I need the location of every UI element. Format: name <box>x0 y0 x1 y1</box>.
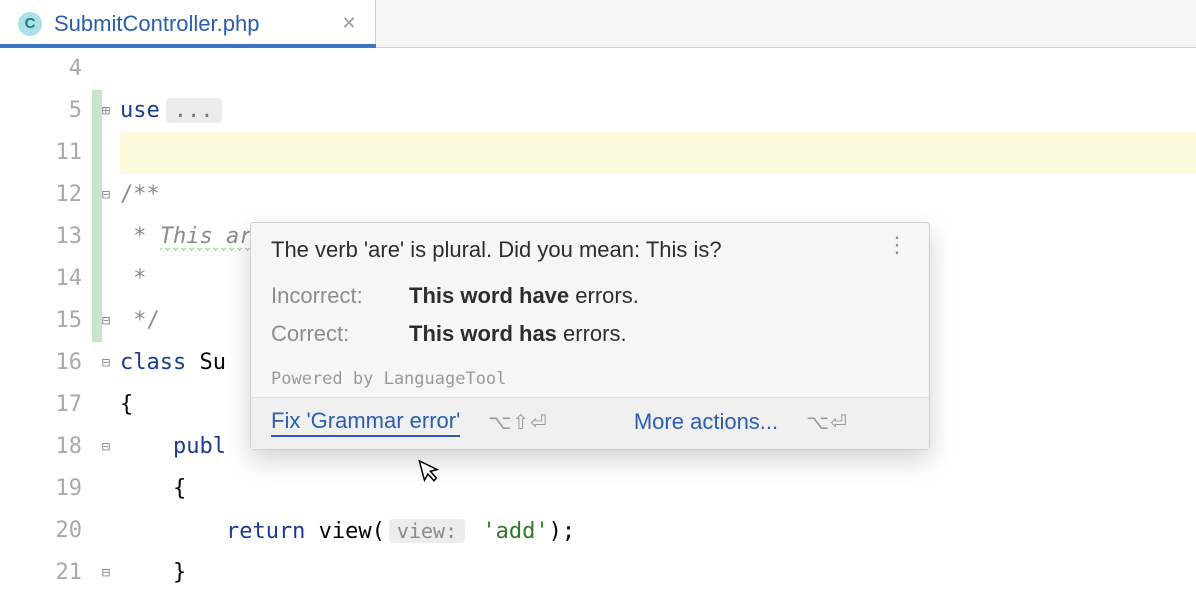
fold-collapse-icon[interactable]: ⊟ <box>92 426 120 468</box>
code-tail: ); <box>549 519 576 544</box>
fold-end-icon[interactable]: ⊟ <box>92 552 120 594</box>
doc-open: /** <box>120 182 160 207</box>
line-number: 20 <box>0 510 82 552</box>
keyword-class: class <box>120 350 186 375</box>
line-number: 16 <box>0 342 82 384</box>
file-type-class-icon: C <box>18 12 42 36</box>
doc-blank: * <box>120 266 147 291</box>
fn-call: view( <box>305 519 384 544</box>
line-number-gutter: 4 5 11 12 13 14 15 16 17 18 19 20 21 <box>0 48 92 598</box>
line-number: 18 <box>0 426 82 468</box>
code-line-current <box>120 132 1196 174</box>
keyword-use: use <box>120 98 160 123</box>
popup-message: The verb 'are' is plural. Did you mean: … <box>271 237 722 263</box>
close-icon[interactable]: ✕ <box>341 13 356 34</box>
code-line: } <box>120 552 1196 594</box>
correct-label: Correct: <box>271 321 401 347</box>
line-number: 12 <box>0 174 82 216</box>
line-number: 21 <box>0 552 82 594</box>
code-line: { <box>120 468 1196 510</box>
folded-region[interactable]: ... <box>166 98 222 123</box>
incorrect-example: This word have errors. <box>409 283 909 309</box>
code-line: use... <box>120 90 1196 132</box>
fold-marker <box>92 510 120 552</box>
fix-shortcut: ⌥⇧⏎ <box>488 410 548 435</box>
tab-bar: C SubmitController.php ✕ <box>0 0 1196 48</box>
fold-marker <box>92 48 120 90</box>
inspection-popup: The verb 'are' is plural. Did you mean: … <box>250 222 930 450</box>
incorrect-label: Incorrect: <box>271 283 401 309</box>
doc-close: */ <box>120 308 160 333</box>
more-options-icon[interactable]: ⋮ <box>885 237 909 249</box>
doc-prefix: * <box>120 224 160 249</box>
line-number: 14 <box>0 258 82 300</box>
line-number: 19 <box>0 468 82 510</box>
brace: { <box>120 392 133 417</box>
line-number: 5 <box>0 90 82 132</box>
line-number: 15 <box>0 300 82 342</box>
tab-title: SubmitController.php <box>54 11 259 37</box>
parameter-hint: view: <box>389 519 465 543</box>
string-literal: 'add' <box>469 519 548 544</box>
more-actions-link[interactable]: More actions... <box>634 409 778 436</box>
keyword-return: return <box>120 519 305 544</box>
fold-gutter: ⊞ ⊟ ⊟ ⊟ ⊟ ⊟ <box>92 48 120 598</box>
class-name: Su <box>186 350 226 375</box>
powered-by-text: Powered by LanguageTool <box>271 369 909 389</box>
editor-tab-active[interactable]: C SubmitController.php ✕ <box>0 0 376 47</box>
popup-actions: Fix 'Grammar error' ⌥⇧⏎ More actions... … <box>251 397 929 449</box>
keyword-fragment: publ <box>120 434 226 459</box>
code-line: return view(view: 'add'); <box>120 510 1196 552</box>
line-number: 4 <box>0 48 82 90</box>
fold-marker <box>92 384 120 426</box>
correct-example: This word has errors. <box>409 321 909 347</box>
brace: { <box>120 476 186 501</box>
line-number: 13 <box>0 216 82 258</box>
code-line: /** <box>120 174 1196 216</box>
brace: } <box>120 560 186 585</box>
more-shortcut: ⌥⏎ <box>806 410 848 435</box>
line-number: 11 <box>0 132 82 174</box>
code-line <box>120 48 1196 90</box>
fold-collapse-icon[interactable]: ⊟ <box>92 342 120 384</box>
fold-marker <box>92 468 120 510</box>
fix-grammar-link[interactable]: Fix 'Grammar error' <box>271 408 460 437</box>
popup-body: The verb 'are' is plural. Did you mean: … <box>251 223 929 397</box>
change-marker <box>92 90 102 342</box>
line-number: 17 <box>0 384 82 426</box>
